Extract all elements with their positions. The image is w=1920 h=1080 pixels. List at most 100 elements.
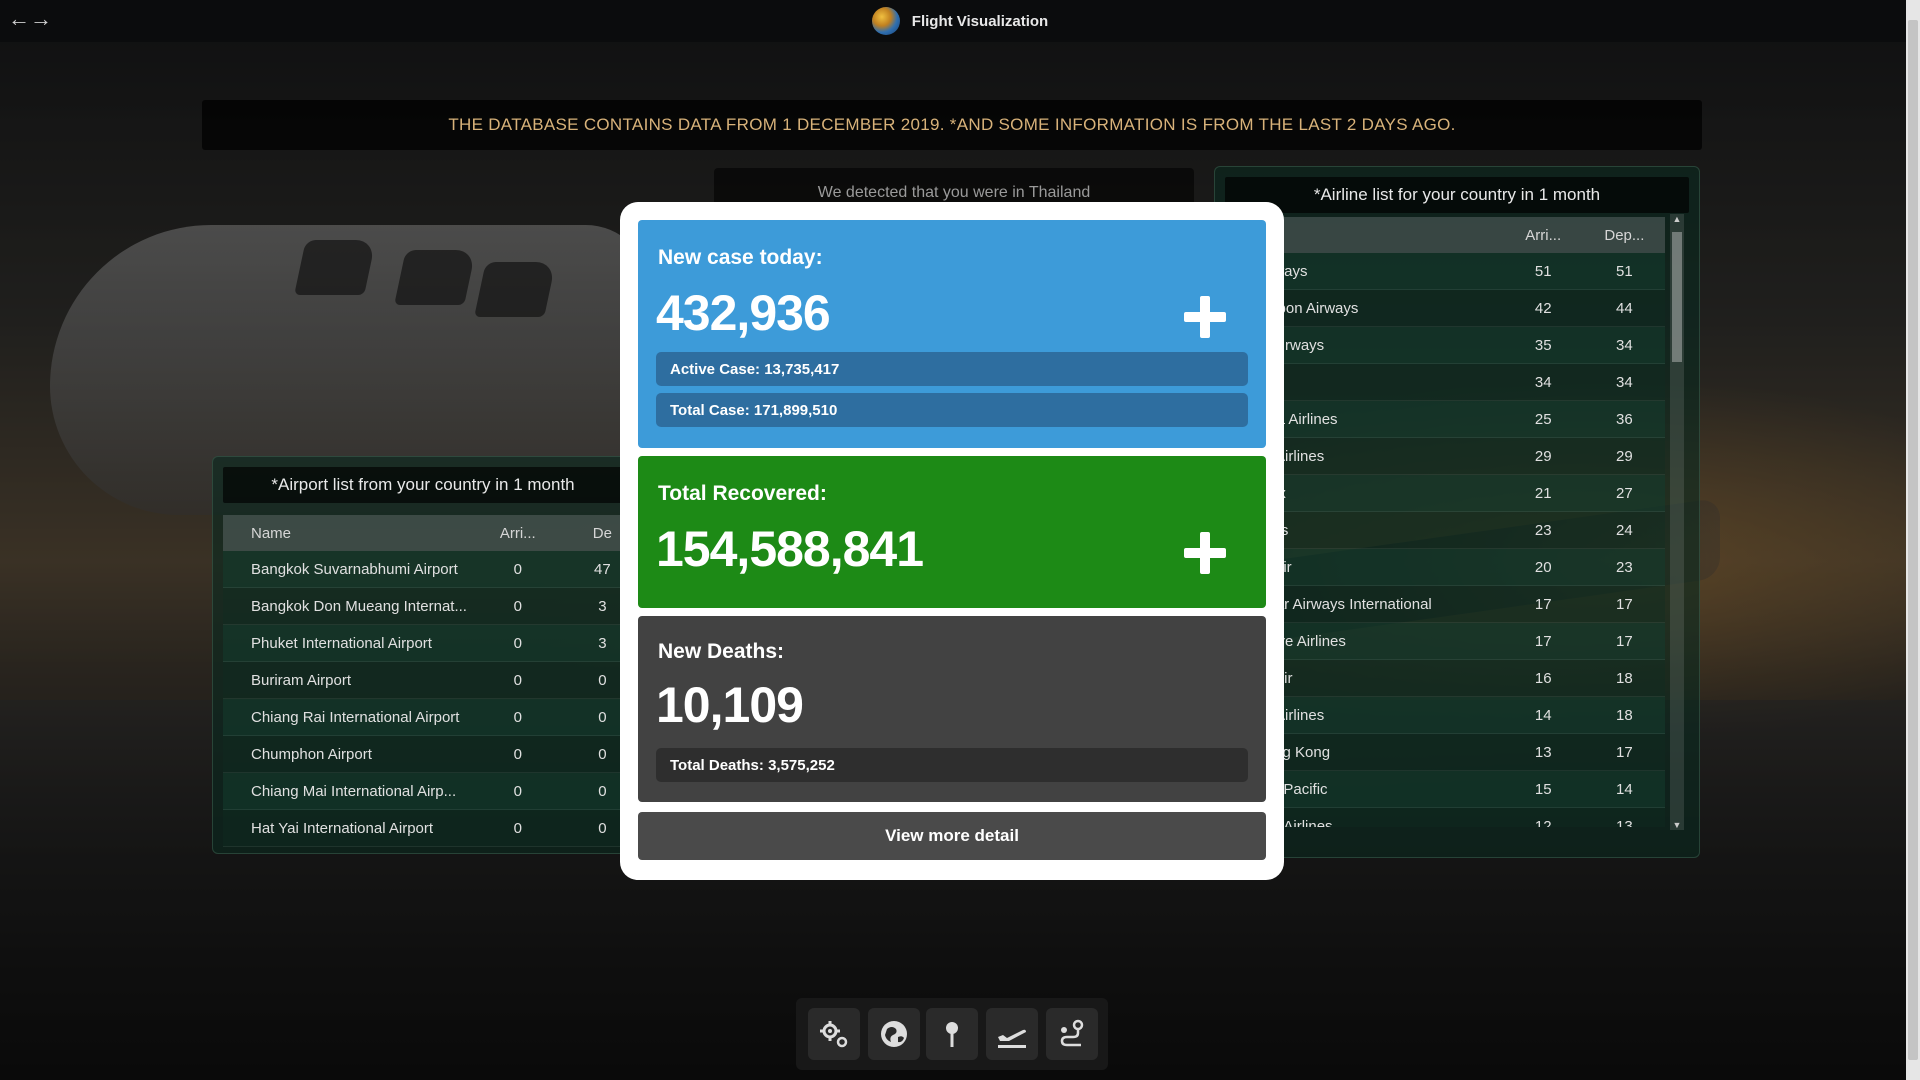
column-header-departures[interactable]: De: [551, 515, 623, 551]
cell-departures: 34: [1583, 326, 1665, 364]
cell-departures: 44: [1583, 289, 1665, 327]
airport-panel-title: *Airport list from your country in 1 mon…: [223, 467, 623, 503]
cell-name: Chiang Mai International Airp...: [223, 772, 484, 810]
total-case-bar: Total Case: 171,899,510: [656, 393, 1248, 427]
cell-arrivals: 25: [1502, 400, 1584, 438]
cell-departures: 13: [1583, 807, 1665, 827]
cell-arrivals: 17: [1502, 622, 1584, 660]
cell-arrivals: 51: [1502, 253, 1584, 290]
new-case-card: New case today: 432,936 Active Case: 13,…: [638, 220, 1266, 448]
cell-arrivals: 34: [1502, 363, 1584, 401]
page-scrollbar[interactable]: [1906, 0, 1920, 1080]
cell-arrivals: 0: [483, 809, 552, 847]
database-info-banner: THE DATABASE CONTAINS DATA FROM 1 DECEMB…: [202, 100, 1702, 150]
table-row[interactable]: Bangkok Suvarnabhumi Airport 0 47: [223, 551, 623, 588]
table-row[interactable]: nmar Airways International 17 17: [1225, 585, 1665, 623]
globe-button[interactable]: [868, 1008, 920, 1060]
cell-name: Buriram Airport: [223, 661, 484, 699]
plus-icon[interactable]: [1184, 532, 1226, 574]
airline-list-scrollbar[interactable]: ▲ ▼: [1670, 214, 1684, 830]
table-row[interactable]: Buriram Airport 0 0: [223, 661, 623, 699]
table-row[interactable]: Chiang Mai International Airp... 0 0: [223, 772, 623, 810]
route-button[interactable]: [1046, 1008, 1098, 1060]
column-header-name[interactable]: Name: [223, 515, 484, 551]
cell-arrivals: 0: [483, 587, 552, 625]
map-pin-icon: [946, 1022, 958, 1047]
airport-table: Name Arri... De Bangkok Suvarnabhumi Air…: [223, 515, 623, 847]
table-row[interactable]: Chumphon Airport 0 0: [223, 735, 623, 773]
cell-arrivals: 35: [1502, 326, 1584, 364]
table-row[interactable]: apore Airlines 17 17: [1225, 622, 1665, 660]
cell-arrivals: 15: [1502, 770, 1584, 808]
app-title: Flight Visualization: [871, 7, 1048, 35]
total-case-text: Total Case: 171,899,510: [670, 401, 838, 419]
scroll-down-icon[interactable]: ▼: [1670, 820, 1684, 830]
cell-departures: 3: [551, 587, 623, 625]
flights-button[interactable]: [986, 1008, 1038, 1060]
table-row[interactable]: Bangkok Don Mueang Internat... 0 3: [223, 587, 623, 625]
column-header-arrivals[interactable]: Arri...: [483, 515, 552, 551]
airline-panel-title-text: *Airline list for your country in 1 mont…: [1313, 185, 1601, 204]
table-row[interactable]: Hat Yai International Airport 0 0: [223, 809, 623, 847]
deaths-value: 10,109: [656, 677, 804, 733]
table-row[interactable]: hay Pacific 15 14: [1225, 770, 1665, 808]
cell-departures: 23: [1583, 548, 1665, 586]
cell-departures: 17: [1583, 733, 1665, 771]
recovered-card: Total Recovered: 154,588,841: [638, 456, 1266, 608]
cell-departures: 3: [551, 624, 623, 662]
cell-name: Hat Yai International Airport: [223, 809, 484, 847]
cell-name: Chiang Rai International Airport: [223, 698, 484, 736]
table-row[interactable]: arna Airlines 25 36: [1225, 400, 1665, 438]
back-icon[interactable]: ←: [8, 8, 30, 30]
forward-icon[interactable]: →: [30, 8, 52, 30]
cell-name: Chumphon Airport: [223, 735, 484, 773]
table-row[interactable]: rates2324: [1225, 511, 1665, 549]
airline-table: ne Arri... Dep... Airways5151Nippon Airw…: [1225, 217, 1665, 827]
column-header-departures[interactable]: Dep...: [1583, 217, 1665, 253]
table-row[interactable]: Chiang Rai International Airport 0 0: [223, 698, 623, 736]
active-case-text: Active Case: 13,735,417: [670, 360, 840, 378]
cell-departures: 0: [551, 772, 623, 810]
table-row[interactable]: 34 34: [1225, 363, 1665, 401]
table-row[interactable]: an Airlines 14 18: [1225, 696, 1665, 734]
cell-name: Phuket International Airport: [223, 624, 484, 662]
cell-departures: 27: [1583, 474, 1665, 512]
cell-arrivals: 29: [1502, 437, 1584, 475]
table-row[interactable]: Phuket International Airport 0 3: [223, 624, 623, 662]
settings-button[interactable]: [808, 1008, 860, 1060]
cell-departures: 18: [1583, 696, 1665, 734]
table-row[interactable]: Airways5151: [1225, 253, 1665, 290]
table-row[interactable]: na Airlines 29 29: [1225, 437, 1665, 475]
cell-arrivals: 13: [1502, 733, 1584, 771]
scroll-up-icon[interactable]: ▲: [1670, 214, 1684, 224]
plus-icon[interactable]: [1184, 296, 1226, 338]
scrollbar-thumb[interactable]: [1672, 232, 1682, 362]
table-row[interactable]: jolux2127: [1225, 474, 1665, 512]
table-row[interactable]: ile Air2023: [1225, 548, 1665, 586]
table-row[interactable]: Nippon Airways 42 44: [1225, 289, 1665, 327]
table-row[interactable]: Hong Kong 13 17: [1225, 733, 1665, 771]
banner-text: THE DATABASE CONTAINS DATA FROM 1 DECEMB…: [448, 115, 1456, 134]
active-case-bar: Active Case: 13,735,417: [656, 352, 1248, 386]
recovered-label: Total Recovered:: [658, 482, 827, 505]
table-row[interactable]: ay Air1618: [1225, 659, 1665, 697]
airport-list-panel: *Airport list from your country in 1 mon…: [212, 456, 634, 854]
cell-arrivals: 14: [1502, 696, 1584, 734]
cell-arrivals: 16: [1502, 659, 1584, 697]
cell-departures: 36: [1583, 400, 1665, 438]
table-row[interactable]: ar Airways 35 34: [1225, 326, 1665, 364]
app-logo-icon: [871, 7, 900, 35]
cell-departures: 29: [1583, 437, 1665, 475]
cell-arrivals: 42: [1502, 289, 1584, 327]
recovered-value: 154,588,841: [656, 521, 924, 577]
cell-departures: 0: [551, 698, 623, 736]
gears-icon: [820, 1021, 848, 1048]
new-case-value: 432,936: [656, 285, 831, 341]
cell-arrivals: 0: [483, 624, 552, 662]
covid-stats-modal: New case today: 432,936 Active Case: 13,…: [620, 202, 1284, 880]
view-more-detail-button[interactable]: View more detail: [638, 812, 1266, 860]
total-deaths-bar: Total Deaths: 3,575,252: [656, 748, 1248, 782]
location-button[interactable]: [926, 1008, 978, 1060]
column-header-arrivals[interactable]: Arri...: [1502, 217, 1584, 253]
table-row[interactable]: ana Airlines 12 13: [1225, 807, 1665, 827]
